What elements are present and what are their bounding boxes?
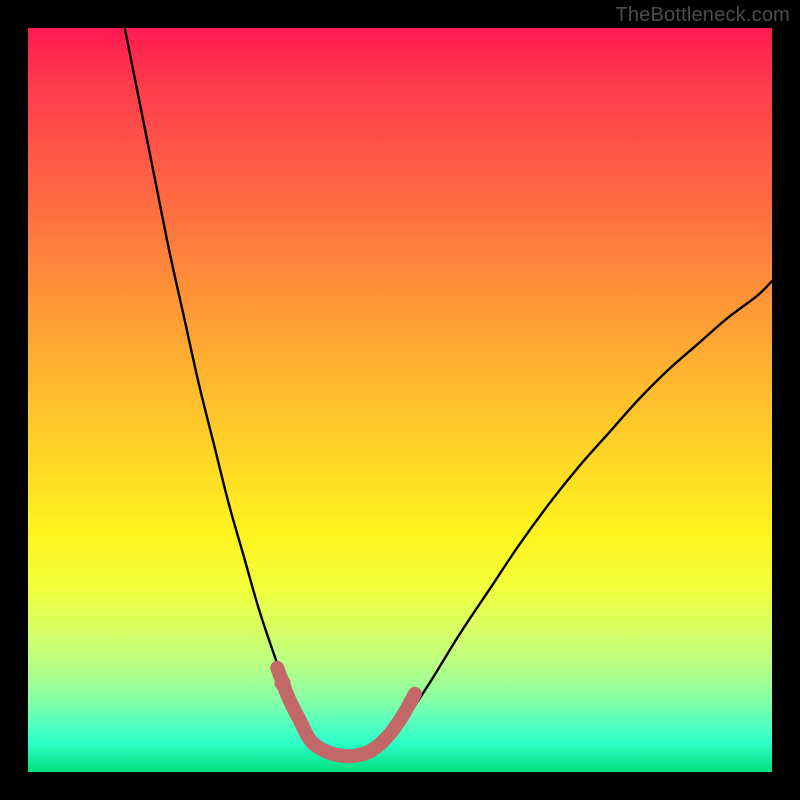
- chart-frame: TheBottleneck.com: [0, 0, 800, 800]
- plot-area: [28, 28, 772, 772]
- accent-curve: [277, 668, 415, 756]
- watermark-text: TheBottleneck.com: [615, 4, 790, 27]
- curve-layer: [28, 28, 772, 772]
- accent-dot: [274, 675, 290, 691]
- main-curve: [125, 28, 772, 758]
